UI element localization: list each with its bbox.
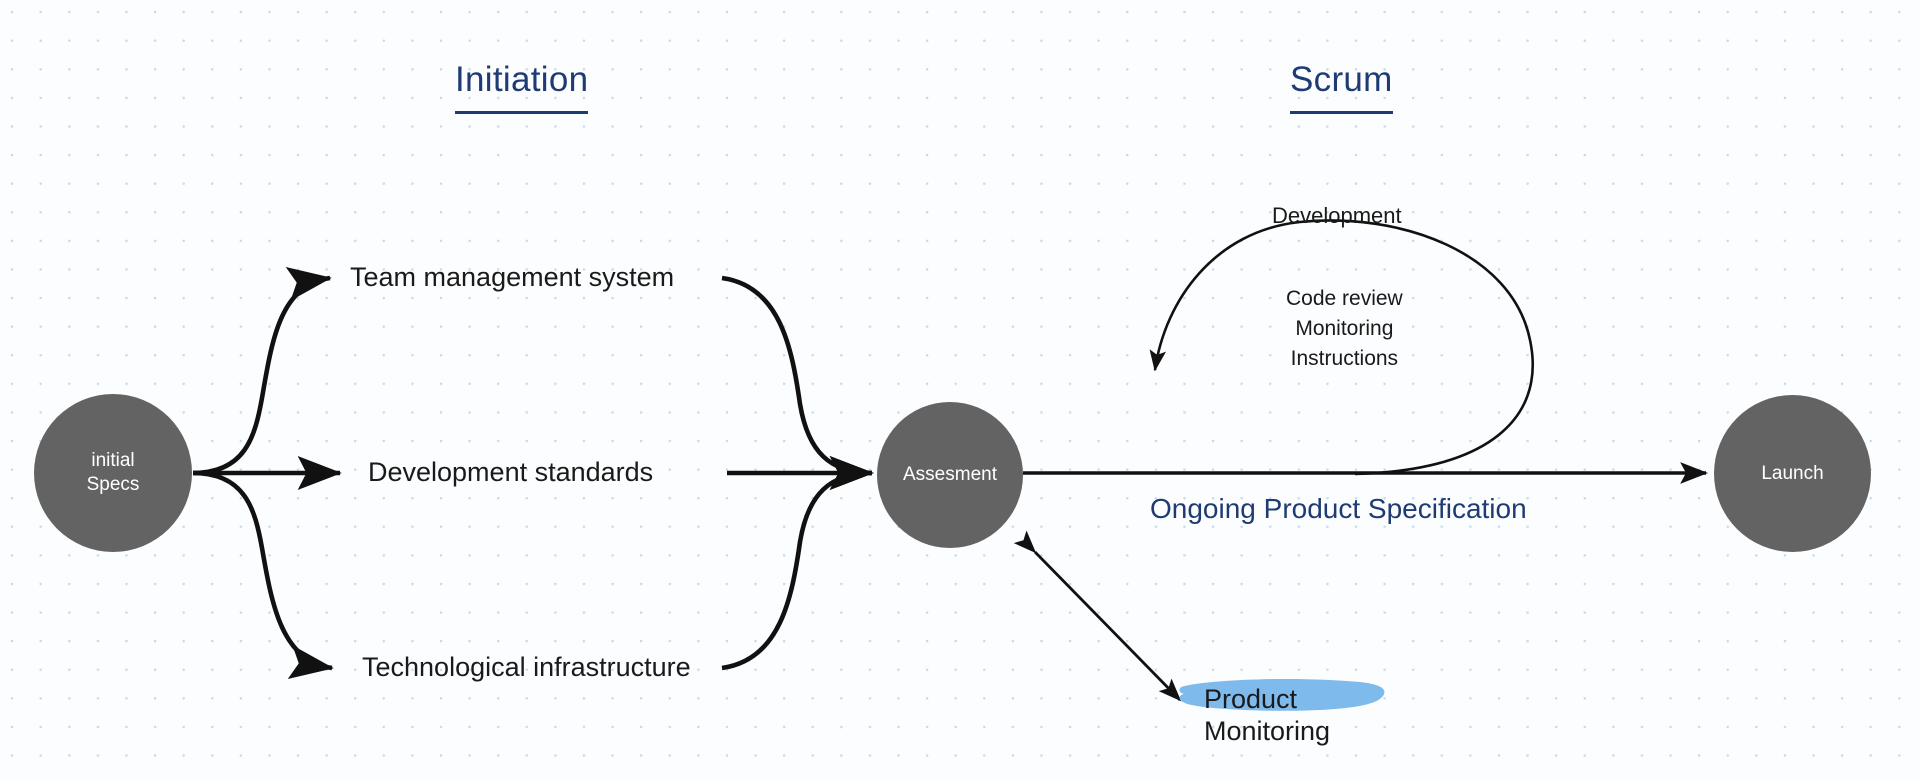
annotation-product-monitoring: Product Monitoring xyxy=(1204,684,1331,746)
node-assesment[interactable]: Assesment xyxy=(877,402,1023,548)
phase-title-initiation: Initiation xyxy=(455,62,589,114)
connector-layer xyxy=(192,219,1709,702)
edge-assesment-product-monitoring xyxy=(1013,530,1182,702)
edge-specs-to-team-management xyxy=(192,267,332,476)
edge-specs-to-technological-infrastructure xyxy=(192,470,334,679)
loop-items-list: Code review Monitoring Instructions xyxy=(1286,287,1403,370)
phase-title-scrum: Scrum xyxy=(1290,62,1393,114)
node-launch[interactable]: Launch xyxy=(1714,395,1871,552)
annotation-ongoing-product-specification: Ongoing Product Specification xyxy=(1150,493,1527,524)
diagram-canvas: Initiation Scrum initial Specs Assesment… xyxy=(0,0,1920,779)
branch-label-development-standards: Development standards xyxy=(368,457,654,487)
branch-label-technological-infrastructure: Technological infrastructure xyxy=(362,652,691,682)
node-initial-specs[interactable]: initial Specs xyxy=(34,394,192,552)
edge-team-management-to-assesment xyxy=(721,275,874,490)
loop-title-development: Development xyxy=(1272,203,1402,228)
branch-label-team-management-system: Team management system xyxy=(350,262,675,292)
edge-technological-infrastructure-to-assesment xyxy=(721,456,874,671)
